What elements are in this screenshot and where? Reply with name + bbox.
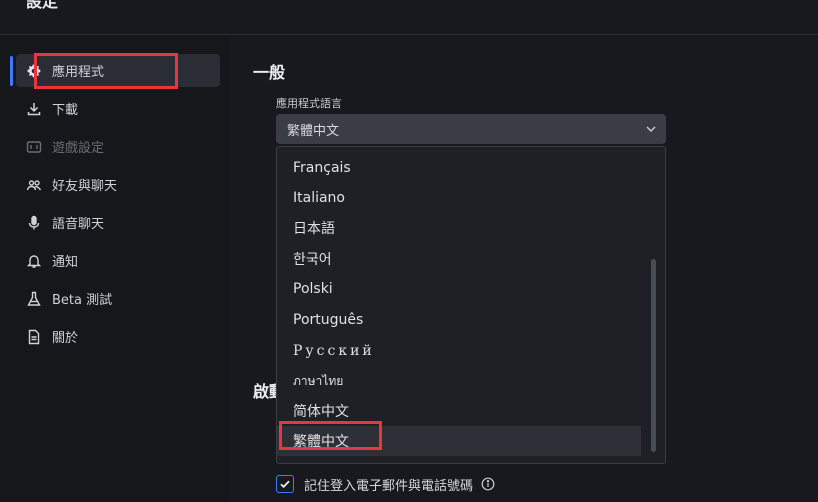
document-icon [24, 327, 44, 347]
sidebar-item-label: 遊戲設定 [52, 141, 105, 156]
language-dropdown: Français Italiano 日本語 한국어 Polski Portugu… [276, 146, 666, 464]
sidebar-item-label: 下載 [52, 103, 79, 118]
language-option[interactable]: Italiano [277, 183, 641, 213]
friends-icon [24, 175, 44, 195]
title-bar: 設定 [0, 0, 818, 35]
flask-icon [24, 289, 44, 309]
sidebar-item-label: 通知 [52, 255, 79, 270]
sidebar-item-beta[interactable]: Beta 測試 [16, 282, 220, 315]
sidebar-item-label: Beta 測試 [52, 293, 113, 308]
checkmark-icon [280, 480, 290, 489]
microphone-icon [24, 213, 44, 233]
sidebar-item-notifications[interactable]: 通知 [16, 244, 220, 277]
download-icon [24, 99, 44, 119]
sidebar-item-label: 語音聊天 [52, 217, 105, 232]
language-option[interactable]: 日本語 [277, 213, 641, 243]
window-title: 設定 [26, 0, 59, 11]
sidebar-item-label: 應用程式 [52, 65, 105, 80]
remember-login-label: 記住登入電子郵件與電話號碼 [304, 478, 474, 494]
sidebar-item-voice[interactable]: 語音聊天 [16, 206, 220, 239]
gear-icon [24, 61, 44, 81]
remember-login-checkbox[interactable] [276, 475, 294, 493]
language-option-selected[interactable]: 繁體中文 [277, 426, 641, 456]
sidebar-item-about[interactable]: 關於 [16, 320, 220, 353]
info-icon[interactable] [481, 477, 495, 491]
sidebar-item-game-settings: 遊戲設定 [16, 130, 220, 163]
language-option[interactable]: Polski [277, 274, 641, 304]
sidebar-item-app[interactable]: 應用程式 [16, 54, 220, 87]
language-option[interactable]: 简体中文 [277, 396, 641, 426]
language-option[interactable]: Português [277, 305, 641, 335]
sidebar: 應用程式 下載 遊戲設定 好友與聊天 語音聊天 通知 Beta 測試 關於 [0, 35, 230, 502]
bell-icon [24, 251, 44, 271]
sidebar-item-friends[interactable]: 好友與聊天 [16, 168, 220, 201]
language-select-value: 繁體中文 [287, 123, 340, 139]
language-label: 應用程式語言 [276, 97, 342, 110]
main-panel: 一般 應用程式語言 繁體中文 啟動 Français Italiano 日本語 … [230, 35, 818, 502]
language-select[interactable]: 繁體中文 [276, 114, 666, 144]
language-option[interactable]: 한국어 [277, 244, 641, 274]
sidebar-item-label: 好友與聊天 [52, 179, 118, 194]
active-indicator [10, 56, 13, 86]
dropdown-scrollbar[interactable] [651, 259, 656, 452]
language-option[interactable]: Русский [277, 336, 641, 366]
sidebar-item-label: 關於 [52, 331, 79, 346]
sidebar-item-download[interactable]: 下載 [16, 92, 220, 125]
game-controller-icon [24, 137, 44, 157]
general-section-title: 一般 [253, 63, 286, 82]
language-option[interactable]: Français [277, 153, 641, 183]
language-option[interactable]: ภาษาไทย [277, 366, 641, 396]
remember-login-row[interactable]: 記住登入電子郵件與電話號碼 [276, 473, 495, 495]
chevron-down-icon [646, 126, 656, 133]
